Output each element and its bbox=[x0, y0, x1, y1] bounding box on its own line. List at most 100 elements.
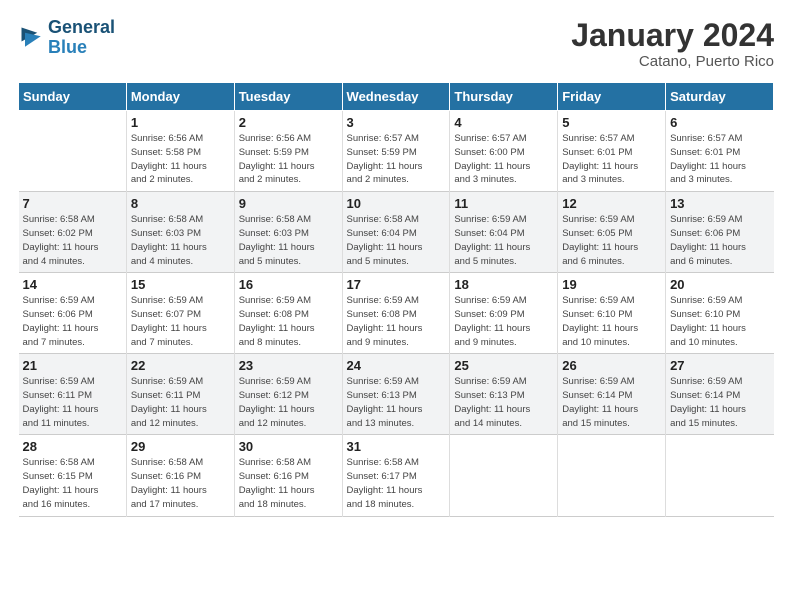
day-info: Sunrise: 6:59 AMSunset: 6:06 PMDaylight:… bbox=[23, 294, 122, 349]
calendar-day-cell: 23 Sunrise: 6:59 AMSunset: 6:12 PMDayligh… bbox=[234, 354, 342, 435]
calendar-day-cell: 5 Sunrise: 6:57 AMSunset: 6:01 PMDaylight… bbox=[558, 111, 666, 192]
day-info: Sunrise: 6:59 AMSunset: 6:14 PMDaylight:… bbox=[670, 375, 769, 430]
day-number: 9 bbox=[239, 196, 338, 211]
calendar-day-cell bbox=[666, 435, 774, 516]
day-number: 20 bbox=[670, 277, 769, 292]
day-number: 3 bbox=[347, 115, 446, 130]
calendar-day-cell: 13 Sunrise: 6:59 AMSunset: 6:06 PMDayligh… bbox=[666, 192, 774, 273]
day-info: Sunrise: 6:58 AMSunset: 6:17 PMDaylight:… bbox=[347, 456, 446, 511]
day-number: 25 bbox=[454, 358, 553, 373]
calendar-day-cell: 11 Sunrise: 6:59 AMSunset: 6:04 PMDayligh… bbox=[450, 192, 558, 273]
day-number: 31 bbox=[347, 439, 446, 454]
calendar-day-cell: 10 Sunrise: 6:58 AMSunset: 6:04 PMDayligh… bbox=[342, 192, 450, 273]
day-info: Sunrise: 6:58 AMSunset: 6:02 PMDaylight:… bbox=[23, 213, 122, 268]
calendar-day-cell: 21Sunrise: 6:59 AMSunset: 6:11 PMDayligh… bbox=[19, 354, 127, 435]
calendar-day-cell: 24Sunrise: 6:59 AMSunset: 6:13 PMDayligh… bbox=[342, 354, 450, 435]
calendar-header-row: SundayMondayTuesdayWednesdayThursdayFrid… bbox=[19, 83, 774, 111]
calendar-header-cell: Tuesday bbox=[234, 83, 342, 111]
day-info: Sunrise: 6:57 AMSunset: 6:01 PMDaylight:… bbox=[562, 132, 661, 187]
calendar-day-cell: 27 Sunrise: 6:59 AMSunset: 6:14 PMDayligh… bbox=[666, 354, 774, 435]
day-number: 23 bbox=[239, 358, 338, 373]
day-number: 10 bbox=[347, 196, 446, 211]
day-info: Sunrise: 6:59 AMSunset: 6:10 PMDaylight:… bbox=[562, 294, 661, 349]
day-info: Sunrise: 6:59 AMSunset: 6:08 PMDaylight:… bbox=[239, 294, 338, 349]
day-number: 7 bbox=[23, 196, 122, 211]
day-info: Sunrise: 6:59 AMSunset: 6:09 PMDaylight:… bbox=[454, 294, 553, 349]
day-number: 11 bbox=[454, 196, 553, 211]
calendar-day-cell: 15 Sunrise: 6:59 AMSunset: 6:07 PMDayligh… bbox=[126, 273, 234, 354]
day-number: 15 bbox=[131, 277, 230, 292]
calendar-day-cell: 18 Sunrise: 6:59 AMSunset: 6:09 PMDayligh… bbox=[450, 273, 558, 354]
location: Catano, Puerto Rico bbox=[571, 53, 774, 70]
calendar-day-cell: 17 Sunrise: 6:59 AMSunset: 6:08 PMDayligh… bbox=[342, 273, 450, 354]
calendar-day-cell: 20 Sunrise: 6:59 AMSunset: 6:10 PMDayligh… bbox=[666, 273, 774, 354]
calendar-day-cell: 16Sunrise: 6:59 AMSunset: 6:08 PMDayligh… bbox=[234, 273, 342, 354]
logo-text: General Blue bbox=[48, 18, 115, 58]
header: General Blue January 2024 Catano, Puerto… bbox=[18, 18, 774, 70]
day-info: Sunrise: 6:59 AMSunset: 6:10 PMDaylight:… bbox=[670, 294, 769, 349]
calendar-day-cell: 3 Sunrise: 6:57 AMSunset: 5:59 PMDaylight… bbox=[342, 111, 450, 192]
day-info: Sunrise: 6:59 AMSunset: 6:11 PMDaylight:… bbox=[131, 375, 230, 430]
calendar-week-row: 28Sunrise: 6:58 AMSunset: 6:15 PMDayligh… bbox=[19, 435, 774, 516]
calendar-header-cell: Saturday bbox=[666, 83, 774, 111]
day-info: Sunrise: 6:59 AMSunset: 6:11 PMDaylight:… bbox=[23, 375, 122, 430]
calendar-body: 1Sunrise: 6:56 AMSunset: 5:58 PMDaylight… bbox=[19, 111, 774, 516]
calendar-day-cell: 29Sunrise: 6:58 AMSunset: 6:16 PMDayligh… bbox=[126, 435, 234, 516]
day-info: Sunrise: 6:59 AMSunset: 6:07 PMDaylight:… bbox=[131, 294, 230, 349]
day-info: Sunrise: 6:59 AMSunset: 6:05 PMDaylight:… bbox=[562, 213, 661, 268]
calendar-week-row: 1Sunrise: 6:56 AMSunset: 5:58 PMDaylight… bbox=[19, 111, 774, 192]
day-number: 1 bbox=[131, 115, 230, 130]
day-info: Sunrise: 6:56 AMSunset: 5:59 PMDaylight:… bbox=[239, 132, 338, 187]
day-number: 22 bbox=[131, 358, 230, 373]
calendar-week-row: 7 Sunrise: 6:58 AMSunset: 6:02 PMDaylight… bbox=[19, 192, 774, 273]
calendar-day-cell: 26 Sunrise: 6:59 AMSunset: 6:14 PMDayligh… bbox=[558, 354, 666, 435]
calendar-week-row: 14Sunrise: 6:59 AMSunset: 6:06 PMDayligh… bbox=[19, 273, 774, 354]
day-info: Sunrise: 6:59 AMSunset: 6:08 PMDaylight:… bbox=[347, 294, 446, 349]
day-info: Sunrise: 6:57 AMSunset: 6:01 PMDaylight:… bbox=[670, 132, 769, 187]
day-info: Sunrise: 6:57 AMSunset: 6:00 PMDaylight:… bbox=[454, 132, 553, 187]
calendar-day-cell bbox=[558, 435, 666, 516]
day-number: 5 bbox=[562, 115, 661, 130]
calendar-day-cell: 12 Sunrise: 6:59 AMSunset: 6:05 PMDayligh… bbox=[558, 192, 666, 273]
day-number: 17 bbox=[347, 277, 446, 292]
logo: General Blue bbox=[18, 18, 115, 58]
logo-icon bbox=[18, 24, 46, 52]
calendar-week-row: 21Sunrise: 6:59 AMSunset: 6:11 PMDayligh… bbox=[19, 354, 774, 435]
calendar-table: SundayMondayTuesdayWednesdayThursdayFrid… bbox=[18, 82, 774, 516]
day-info: Sunrise: 6:59 AMSunset: 6:04 PMDaylight:… bbox=[454, 213, 553, 268]
calendar-day-cell: 9Sunrise: 6:58 AMSunset: 6:03 PMDaylight… bbox=[234, 192, 342, 273]
calendar-day-cell: 30 Sunrise: 6:58 AMSunset: 6:16 PMDayligh… bbox=[234, 435, 342, 516]
calendar-day-cell: 7 Sunrise: 6:58 AMSunset: 6:02 PMDaylight… bbox=[19, 192, 127, 273]
day-number: 30 bbox=[239, 439, 338, 454]
day-info: Sunrise: 6:59 AMSunset: 6:13 PMDaylight:… bbox=[347, 375, 446, 430]
day-number: 26 bbox=[562, 358, 661, 373]
day-number: 28 bbox=[23, 439, 122, 454]
day-number: 2 bbox=[239, 115, 338, 130]
calendar-day-cell: 1Sunrise: 6:56 AMSunset: 5:58 PMDaylight… bbox=[126, 111, 234, 192]
day-number: 6 bbox=[670, 115, 769, 130]
calendar-day-cell: 2 Sunrise: 6:56 AMSunset: 5:59 PMDaylight… bbox=[234, 111, 342, 192]
calendar-header-cell: Monday bbox=[126, 83, 234, 111]
day-number: 13 bbox=[670, 196, 769, 211]
day-info: Sunrise: 6:59 AMSunset: 6:14 PMDaylight:… bbox=[562, 375, 661, 430]
calendar-day-cell: 8Sunrise: 6:58 AMSunset: 6:03 PMDaylight… bbox=[126, 192, 234, 273]
day-number: 12 bbox=[562, 196, 661, 211]
calendar-day-cell: 6 Sunrise: 6:57 AMSunset: 6:01 PMDaylight… bbox=[666, 111, 774, 192]
day-info: Sunrise: 6:57 AMSunset: 5:59 PMDaylight:… bbox=[347, 132, 446, 187]
day-info: Sunrise: 6:59 AMSunset: 6:12 PMDaylight:… bbox=[239, 375, 338, 430]
calendar-day-cell: 25Sunrise: 6:59 AMSunset: 6:13 PMDayligh… bbox=[450, 354, 558, 435]
calendar-header-cell: Thursday bbox=[450, 83, 558, 111]
calendar-day-cell: 14Sunrise: 6:59 AMSunset: 6:06 PMDayligh… bbox=[19, 273, 127, 354]
day-info: Sunrise: 6:59 AMSunset: 6:06 PMDaylight:… bbox=[670, 213, 769, 268]
day-number: 27 bbox=[670, 358, 769, 373]
calendar-header-cell: Wednesday bbox=[342, 83, 450, 111]
month-title: January 2024 bbox=[571, 18, 774, 53]
page: General Blue January 2024 Catano, Puerto… bbox=[0, 0, 792, 527]
day-info: Sunrise: 6:58 AMSunset: 6:04 PMDaylight:… bbox=[347, 213, 446, 268]
calendar-day-cell: 4Sunrise: 6:57 AMSunset: 6:00 PMDaylight… bbox=[450, 111, 558, 192]
day-number: 18 bbox=[454, 277, 553, 292]
day-info: Sunrise: 6:58 AMSunset: 6:03 PMDaylight:… bbox=[131, 213, 230, 268]
day-info: Sunrise: 6:58 AMSunset: 6:16 PMDaylight:… bbox=[239, 456, 338, 511]
title-area: January 2024 Catano, Puerto Rico bbox=[571, 18, 774, 70]
calendar-day-cell: 22 Sunrise: 6:59 AMSunset: 6:11 PMDayligh… bbox=[126, 354, 234, 435]
